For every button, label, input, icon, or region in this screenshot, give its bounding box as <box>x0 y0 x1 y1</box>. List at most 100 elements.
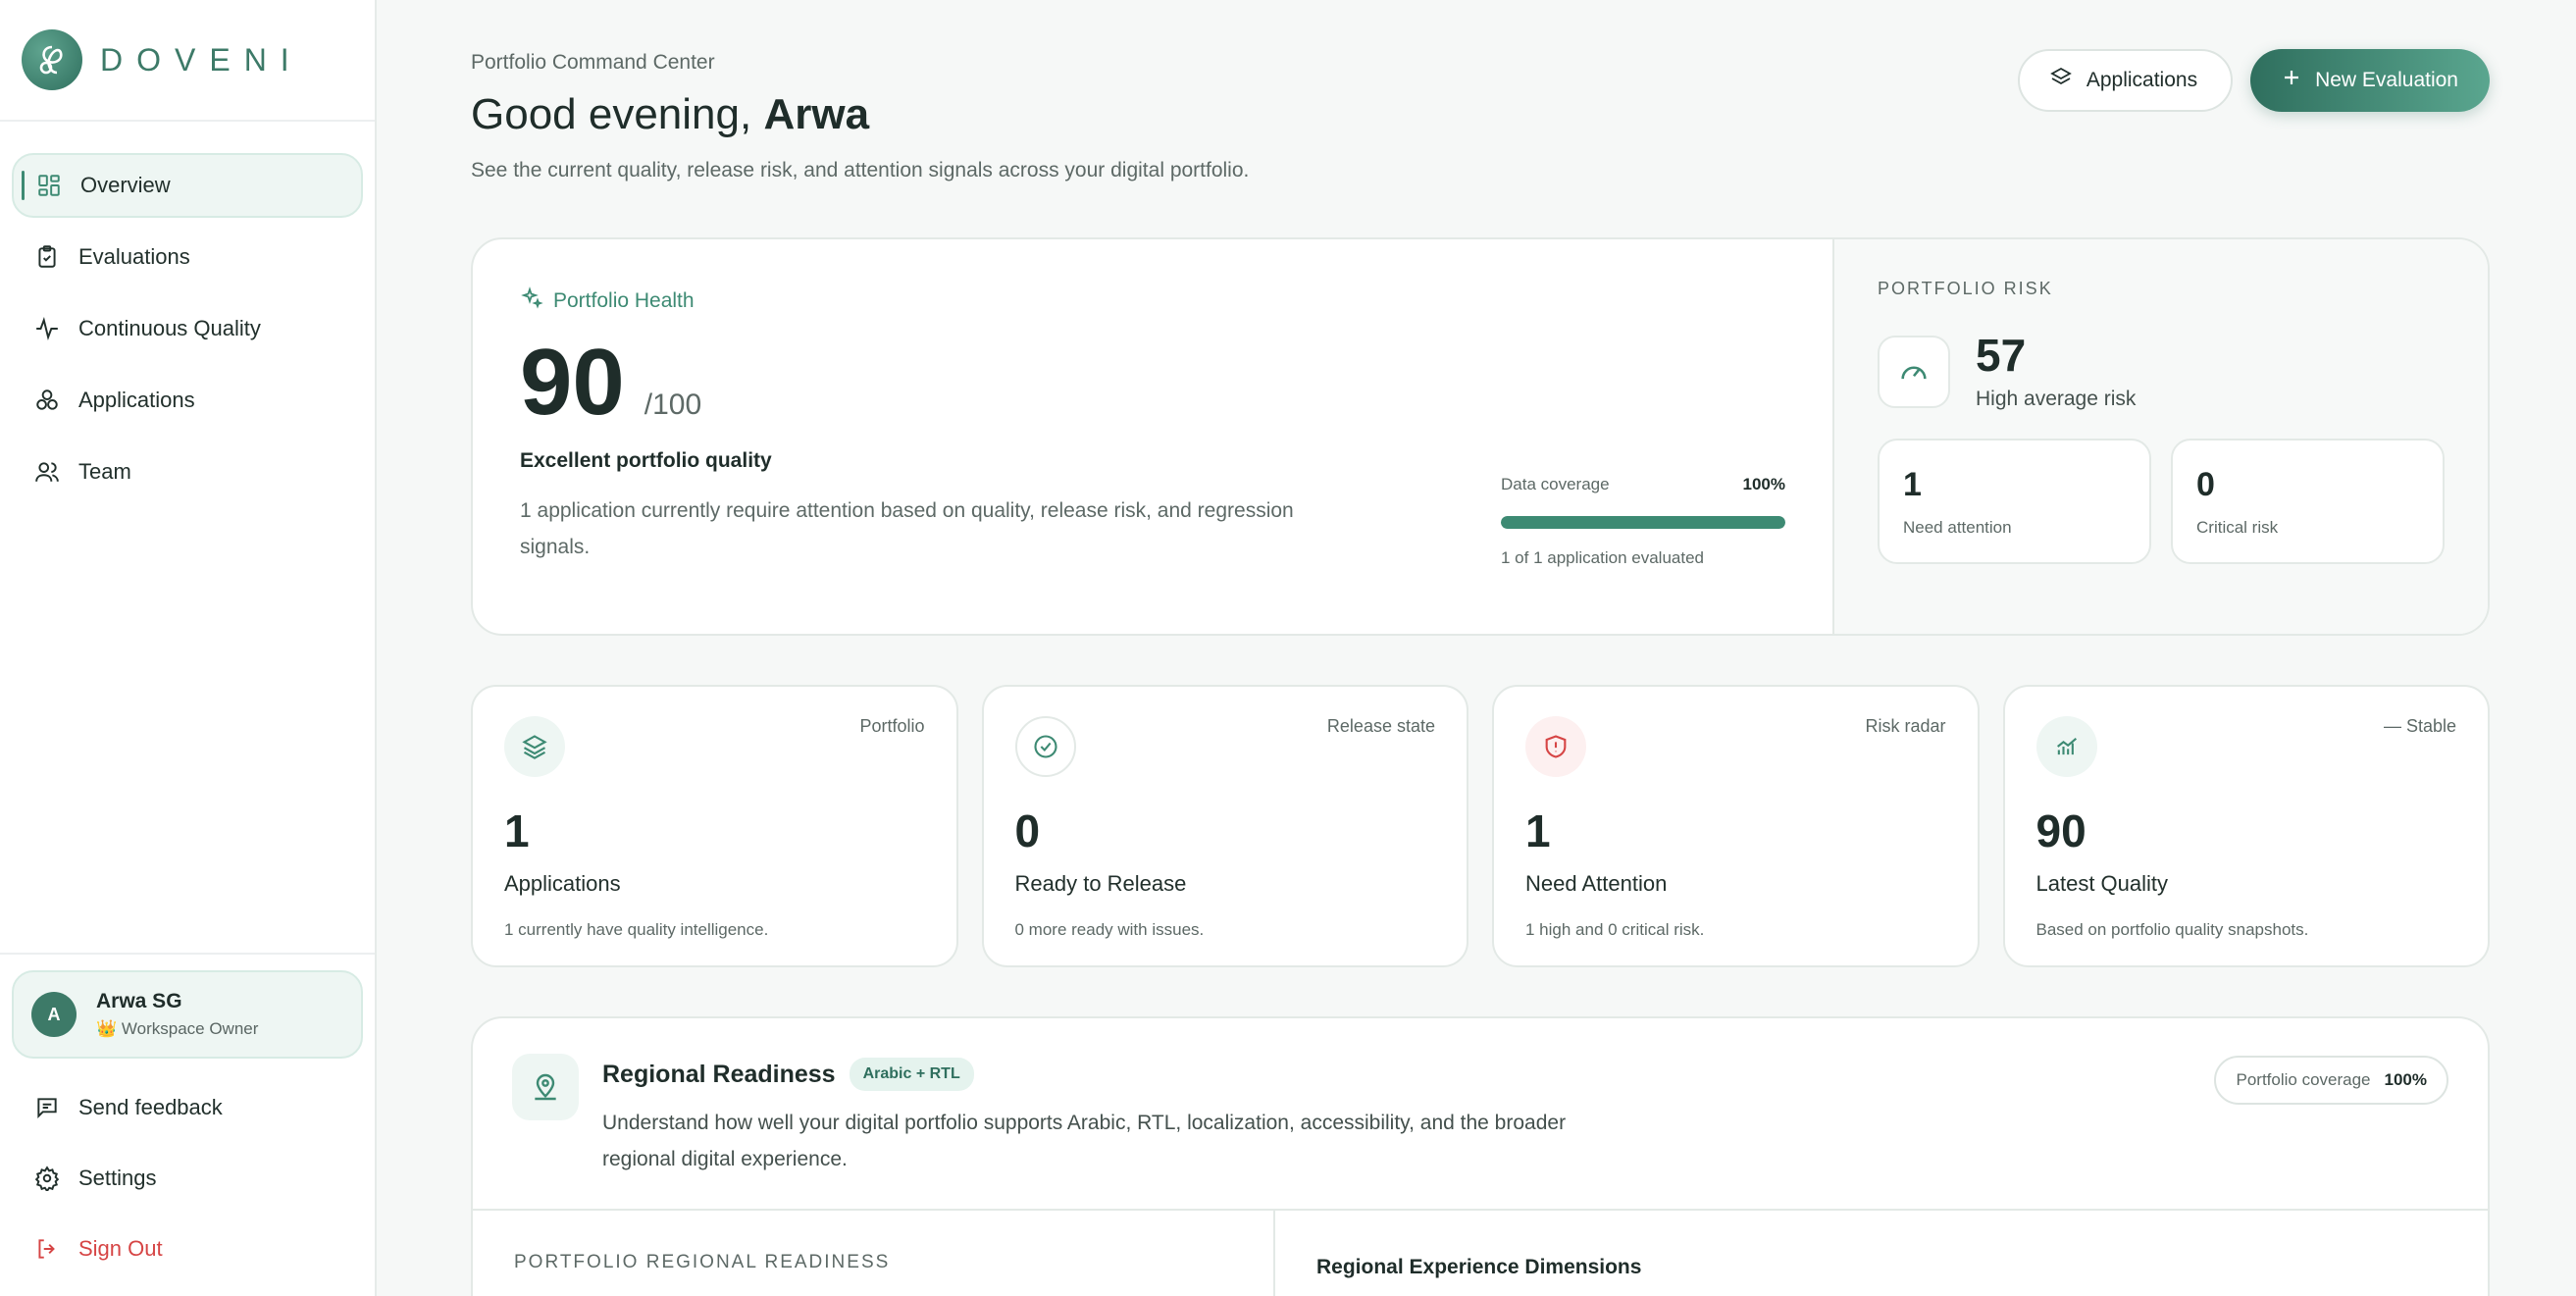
need-attention-box[interactable]: 1 Need attention <box>1878 439 2151 564</box>
apps-icon <box>33 387 61 414</box>
main-nav: Overview Evaluations Continuous Quality … <box>0 122 375 953</box>
score-row: 90 /100 <box>520 336 1785 430</box>
stat-label: Need Attention <box>1525 871 1668 896</box>
stat-cards: Portfolio 1 Applications 1 currently hav… <box>471 685 2490 967</box>
applications-button-label: Applications <box>2086 69 2198 91</box>
user-card[interactable]: A Arwa SG 👑 Workspace Owner <box>12 970 363 1059</box>
stat-tag: Risk radar <box>1865 716 1946 736</box>
stat-card-ready-to-release[interactable]: Release state 0 Ready to Release 0 more … <box>981 685 1468 967</box>
quality-description: 1 application currently require attentio… <box>520 499 1294 558</box>
stat-label: Ready to Release <box>1014 871 1187 896</box>
users-icon <box>33 458 61 486</box>
health-tag: Portfolio Health <box>520 286 1785 316</box>
stat-description: Based on portfolio quality snapshots. <box>2035 920 2309 939</box>
nav-label: Team <box>78 459 131 484</box>
coverage-head: Data coverage 100% <box>1501 475 1785 494</box>
nav-label: Overview <box>80 173 171 197</box>
stat-tag: Portfolio <box>859 716 925 736</box>
stat-card-need-attention[interactable]: Risk radar 1 Need Attention 1 high and 0… <box>1492 685 1980 967</box>
greeting-text: Good evening, <box>471 90 752 138</box>
message-icon <box>33 1094 61 1121</box>
sign-out-label: Sign Out <box>78 1236 163 1261</box>
send-feedback-link[interactable]: Send feedback <box>12 1072 363 1143</box>
health-summary: Portfolio Health 90 /100 Excellent portf… <box>473 239 1832 634</box>
logout-icon <box>33 1235 61 1263</box>
coverage-foot: 1 of 1 application evaluated <box>1501 548 1704 567</box>
risk-box-label: Critical risk <box>2196 518 2279 537</box>
new-evaluation-label: New Evaluation <box>2315 69 2458 91</box>
brand: DOVENI <box>0 0 375 122</box>
brand-logo-icon[interactable] <box>22 29 82 90</box>
gauge-icon <box>1878 336 1950 408</box>
nav-label: Applications <box>78 388 195 412</box>
coverage-label: Data coverage <box>1501 475 1610 493</box>
regional-title-row: Regional Readiness Arabic + RTL <box>602 1058 1642 1091</box>
new-evaluation-button[interactable]: New Evaluation <box>2250 49 2490 112</box>
regional-readiness-card: Regional Readiness Arabic + RTL Understa… <box>471 1016 2490 1296</box>
layers-icon <box>2049 66 2073 95</box>
sidebar-footer: A Arwa SG 👑 Workspace Owner Send feedbac… <box>0 953 375 1296</box>
portfolio-risk-panel: PORTFOLIO RISK 57 High average risk 1 Ne… <box>1832 239 2488 634</box>
regional-title: Regional Readiness <box>602 1060 836 1088</box>
risk-box-value: 1 <box>1903 466 1922 503</box>
plus-icon <box>2282 68 2301 93</box>
stat-label: Applications <box>504 871 621 896</box>
risk-box-label: Need attention <box>1903 518 2012 537</box>
user-role: 👑 Workspace Owner <box>96 1019 259 1038</box>
coverage-bar <box>1501 516 1785 529</box>
header-actions: Applications New Evaluation <box>2017 49 2490 112</box>
sidebar: DOVENI Overview Evaluations Continuous Q… <box>0 0 377 1296</box>
stat-value: 1 <box>504 805 530 856</box>
health-score-max: /100 <box>644 389 702 421</box>
main-content: Portfolio Command Center Good evening, A… <box>377 0 2576 1296</box>
quality-label: Excellent portfolio quality <box>520 449 772 472</box>
risk-box-value: 0 <box>2196 466 2215 503</box>
stat-description: 1 currently have quality intelligence. <box>504 920 769 939</box>
user-info: Arwa SG 👑 Workspace Owner <box>96 990 258 1039</box>
stat-tag: — Stable <box>2383 716 2456 736</box>
sign-out-link[interactable]: Sign Out <box>12 1214 363 1284</box>
stat-label: Latest Quality <box>2035 871 2169 896</box>
stat-value: 0 <box>1014 805 1041 856</box>
data-coverage: Data coverage 100% 1 of 1 application ev… <box>1501 475 1785 568</box>
coverage-bar-fill <box>1501 516 1785 529</box>
check-circle-icon <box>1014 716 1076 777</box>
stat-description: 1 high and 0 critical risk. <box>1525 920 1705 939</box>
nav-item-overview[interactable]: Overview <box>12 153 363 218</box>
nav-item-team[interactable]: Team <box>12 440 363 504</box>
stat-card-latest-quality[interactable]: — Stable 90 Latest Quality Based on port… <box>2002 685 2490 967</box>
stat-card-applications[interactable]: Portfolio 1 Applications 1 currently hav… <box>471 685 958 967</box>
applications-button[interactable]: Applications <box>2017 49 2234 112</box>
portfolio-coverage-pill: Portfolio coverage 100% <box>2214 1056 2448 1105</box>
settings-link[interactable]: Settings <box>12 1143 363 1214</box>
nav-item-continuous-quality[interactable]: Continuous Quality <box>12 296 363 361</box>
clipboard-icon <box>33 243 61 271</box>
regional-text: Regional Readiness Arabic + RTL Understa… <box>602 1054 1642 1209</box>
chart-up-icon <box>2035 716 2097 777</box>
critical-risk-box[interactable]: 0 Critical risk <box>2171 439 2445 564</box>
nav-label: Continuous Quality <box>78 316 261 340</box>
stat-description: 0 more ready with issues. <box>1014 920 1205 939</box>
regional-badge: Arabic + RTL <box>849 1058 974 1091</box>
regional-right-heading: Regional Experience Dimensions <box>1316 1256 1642 1278</box>
risk-score: 57 <box>1976 330 2027 381</box>
coverage-pill-value: 100% <box>2384 1070 2427 1089</box>
coverage-value: 100% <box>1742 475 1785 493</box>
avatar: A <box>31 992 77 1037</box>
brand-name: DOVENI <box>100 41 303 78</box>
grid-icon <box>35 172 63 199</box>
health-score: 90 <box>520 330 625 435</box>
portfolio-health-card: Portfolio Health 90 /100 Excellent portf… <box>471 237 2490 636</box>
risk-summary: 57 High average risk <box>1878 333 2445 411</box>
app-root: DOVENI Overview Evaluations Continuous Q… <box>0 0 2576 1296</box>
health-tag-label: Portfolio Health <box>553 289 695 312</box>
risk-eyebrow: PORTFOLIO RISK <box>1878 279 2053 298</box>
nav-item-applications[interactable]: Applications <box>12 368 363 433</box>
nav-item-evaluations[interactable]: Evaluations <box>12 225 363 289</box>
nav-label: Evaluations <box>78 244 190 269</box>
settings-label: Settings <box>78 1166 157 1190</box>
sparkle-icon <box>520 286 543 316</box>
coverage-pill-label: Portfolio coverage <box>2236 1070 2371 1089</box>
greeting-name: Arwa <box>763 90 870 138</box>
stat-value: 90 <box>2035 805 2087 856</box>
